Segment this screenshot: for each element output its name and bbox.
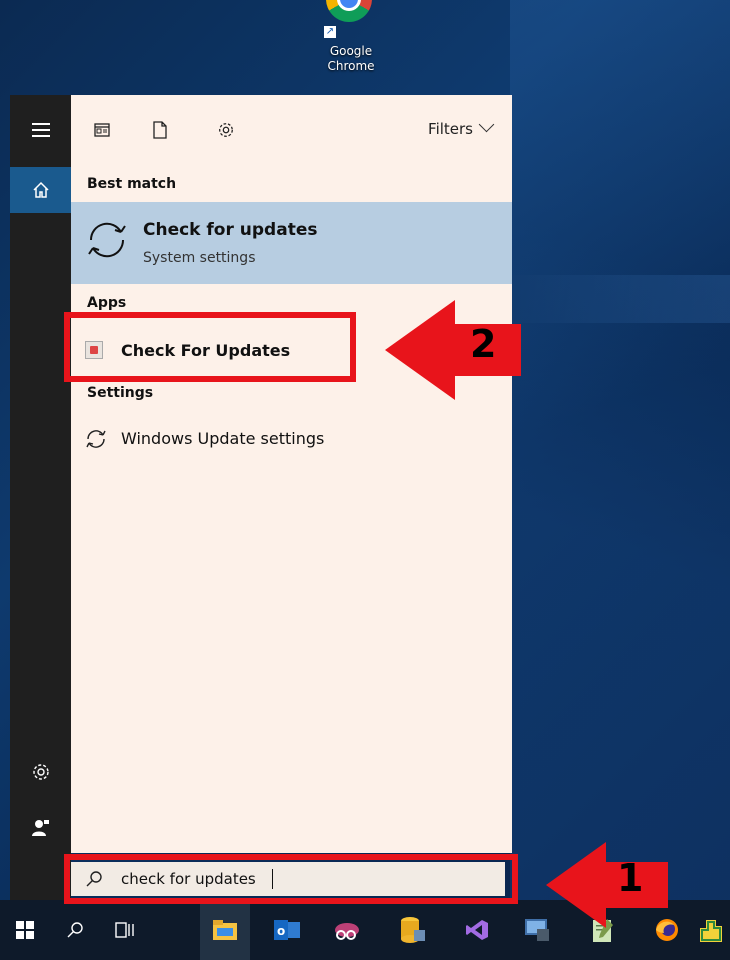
arrow-annotation-2 [385, 300, 521, 400]
visual-studio-icon [466, 920, 488, 940]
taskbar-search-button[interactable] [50, 900, 100, 960]
sql-server-icon [401, 917, 425, 943]
snipping-tool-icon [335, 923, 359, 940]
menu-button[interactable] [10, 107, 71, 153]
gear-icon[interactable] [215, 119, 237, 141]
file-explorer-button[interactable] [200, 900, 250, 960]
settings-icon [32, 764, 49, 780]
start-menu-rail [10, 95, 71, 900]
user-icon [31, 820, 49, 836]
documents-icon[interactable] [91, 119, 113, 141]
sync-icon [86, 430, 106, 448]
outlook-button[interactable]: o [262, 900, 312, 960]
windows-start-icon [16, 921, 34, 939]
green-app-button[interactable] [700, 900, 730, 960]
snipping-tool-button[interactable] [322, 900, 372, 960]
best-match-heading: Best match [87, 176, 177, 192]
chrome-desktop-shortcut[interactable]: ↗ Google Chrome [308, 0, 394, 88]
settings-result-label: Windows Update settings [121, 429, 325, 448]
home-icon [32, 181, 49, 198]
settings-result-windows-update[interactable]: Windows Update settings [71, 421, 512, 457]
svg-text:o: o [277, 924, 285, 938]
task-view-button[interactable] [100, 900, 150, 960]
search-icon [67, 922, 83, 938]
task-view-icon [115, 922, 134, 938]
filters-dropdown[interactable]: Filters [428, 116, 495, 138]
best-match-title: Check for updates [143, 220, 318, 240]
best-match-subtitle: System settings [143, 250, 256, 266]
home-button[interactable] [10, 167, 71, 213]
start-button[interactable] [0, 900, 50, 960]
hamburger-menu-icon [31, 123, 50, 137]
apps-heading: Apps [87, 295, 127, 311]
best-match-result[interactable]: Check for updates System settings [71, 202, 512, 284]
green-app-icon [700, 920, 722, 942]
highlight-box-search [64, 854, 518, 904]
search-results-panel: Filters Best match Check for updates Sys… [71, 95, 512, 853]
step-number-1: 1 [617, 856, 644, 900]
highlight-box-apps-result [64, 312, 356, 382]
chevron-down-icon [478, 116, 495, 133]
refresh-icon [88, 222, 126, 258]
filters-label: Filters [428, 120, 473, 138]
shortcut-arrow-icon: ↗ [324, 26, 336, 38]
arrow-annotation-1 [546, 842, 668, 928]
file-icon[interactable] [149, 119, 171, 141]
user-button[interactable] [10, 805, 71, 851]
step-number-2: 2 [470, 322, 497, 366]
chrome-icon [326, 0, 372, 22]
file-explorer-icon [213, 920, 237, 940]
shortcut-label: Google Chrome [327, 44, 375, 73]
wallpaper-band [510, 275, 730, 323]
settings-button[interactable] [10, 749, 71, 795]
wallpaper-light [510, 0, 730, 900]
outlook-icon: o [274, 920, 300, 940]
sql-server-button[interactable] [388, 900, 438, 960]
visual-studio-button[interactable] [452, 900, 502, 960]
settings-heading: Settings [87, 385, 154, 401]
